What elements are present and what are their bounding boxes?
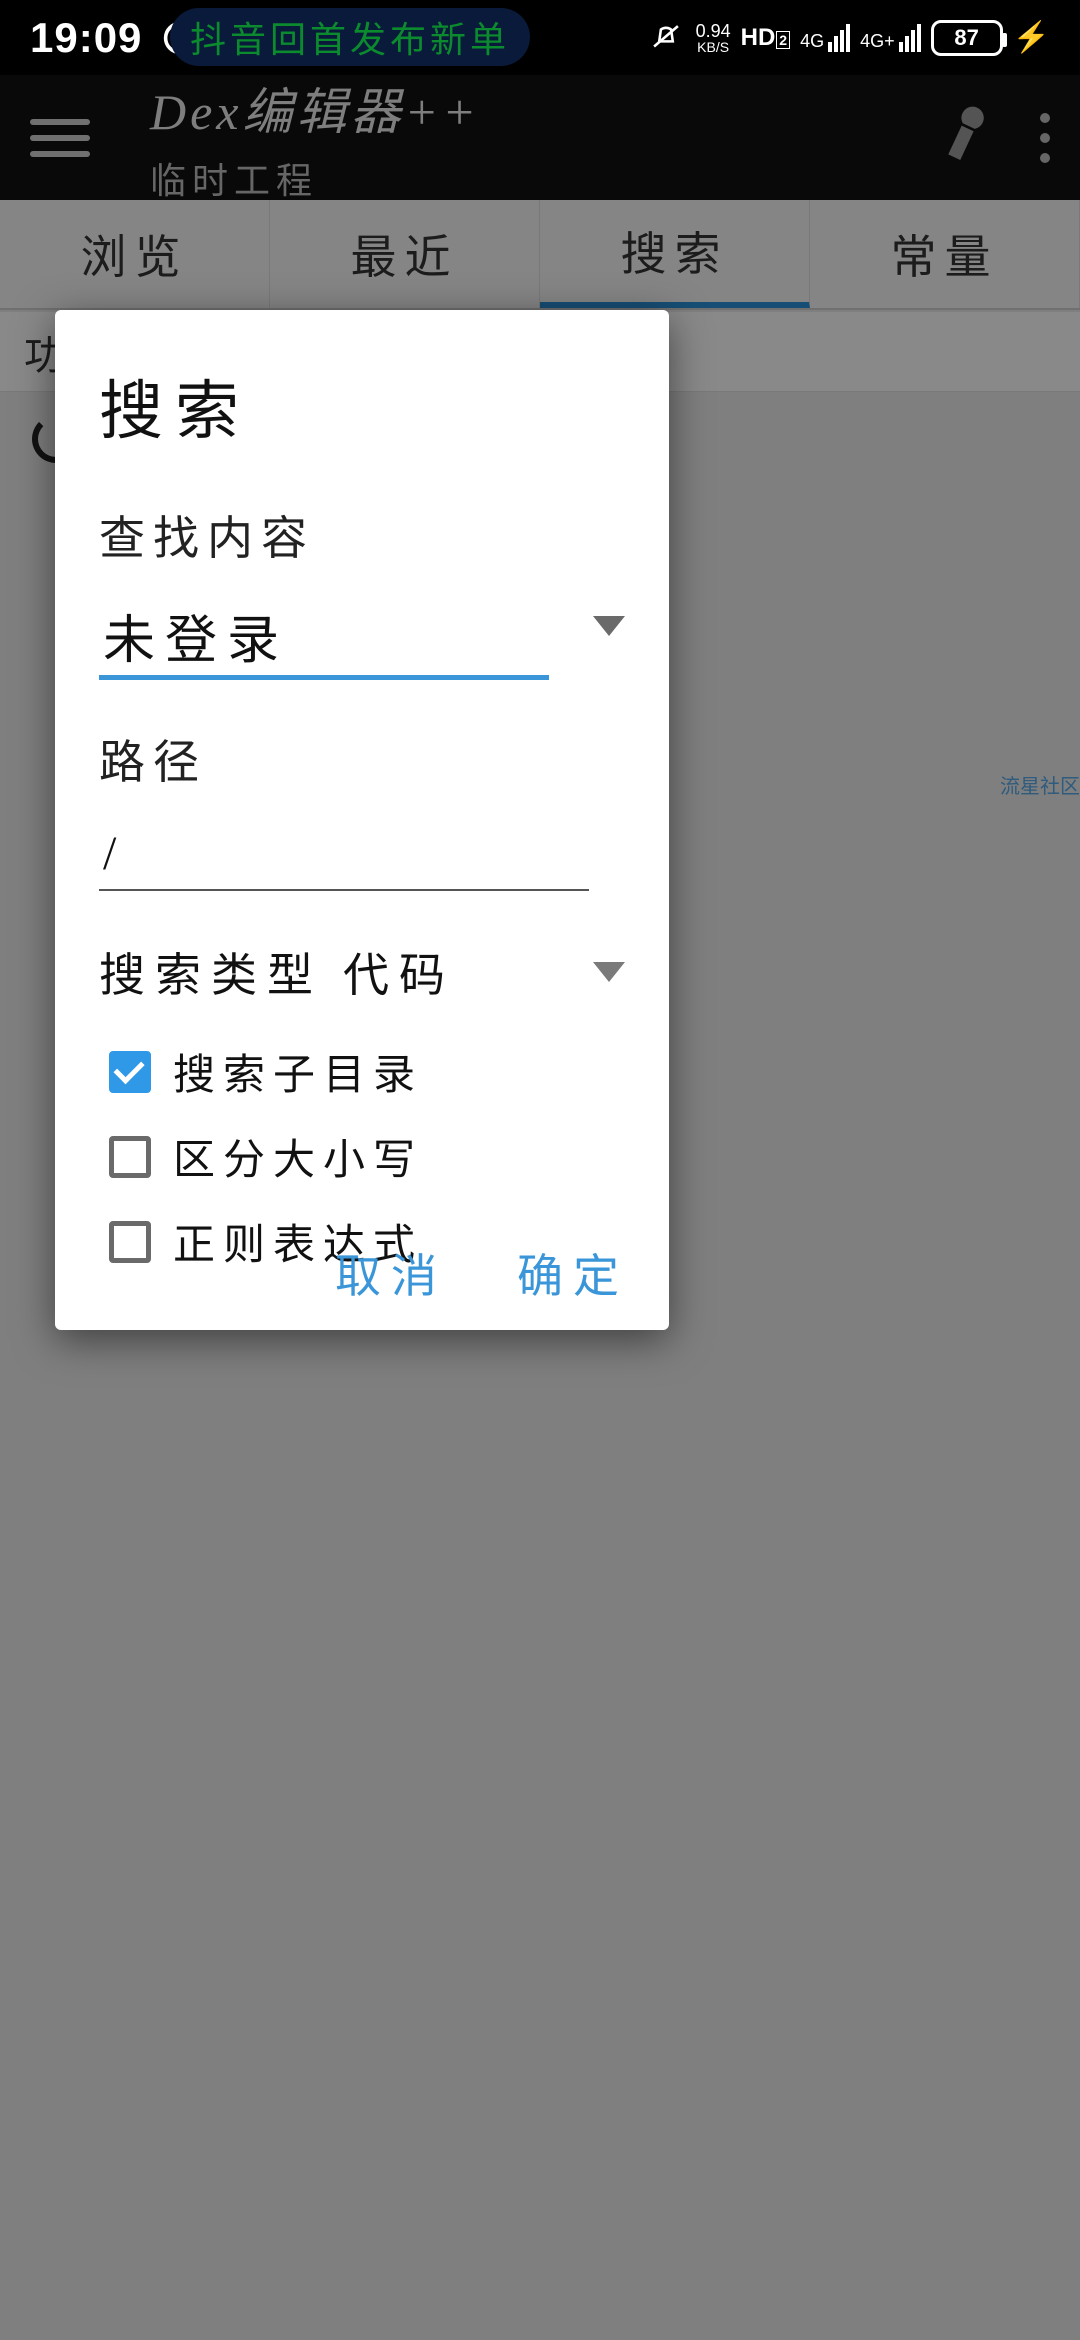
search-type-value: 代码	[343, 939, 593, 1005]
mute-icon	[646, 18, 686, 58]
hd-icon: HD2	[741, 24, 790, 52]
ok-button[interactable]: 确定	[517, 1240, 629, 1306]
signal-2: 4G+	[860, 24, 921, 52]
battery-indicator: 87	[931, 20, 1003, 56]
check-label: 搜索子目录	[173, 1041, 423, 1102]
options-group: 搜索子目录 区分大小写 正则表达式	[99, 1041, 625, 1272]
path-field-row	[99, 812, 625, 891]
path-input[interactable]	[99, 812, 589, 891]
find-field-row	[99, 588, 625, 680]
check-case-sensitive[interactable]: 区分大小写	[109, 1126, 625, 1187]
chevron-down-icon	[593, 616, 625, 636]
status-time: 19:09	[30, 14, 142, 62]
chevron-down-icon	[593, 962, 625, 982]
check-search-subdirs[interactable]: 搜索子目录	[109, 1041, 625, 1102]
search-type-row[interactable]: 搜索类型 代码	[99, 939, 625, 1005]
search-dialog: 搜索 查找内容 路径 搜索类型 代码 搜索子目录 区分大小写	[55, 310, 669, 1330]
checkbox-checked-icon	[109, 1051, 151, 1093]
dialog-actions: 取消 确定	[335, 1240, 629, 1306]
find-label: 查找内容	[99, 502, 625, 568]
dialog-title: 搜索	[99, 360, 625, 452]
checkbox-unchecked-icon	[109, 1136, 151, 1178]
checkbox-unchecked-icon	[109, 1221, 151, 1263]
status-bar: 19:09 抖音回首发布新单 0.94 KB/S HD2 4G	[0, 0, 1080, 75]
find-history-dropdown[interactable]	[593, 616, 625, 636]
cancel-button[interactable]: 取消	[335, 1240, 447, 1306]
net-speed-unit: KB/S	[696, 40, 731, 54]
status-right: 0.94 KB/S HD2 4G 4G+ 87 ⚡	[646, 18, 1050, 58]
notification-banner[interactable]: 抖音回首发布新单	[170, 8, 530, 66]
net-speed-value: 0.94	[696, 22, 731, 40]
path-label: 路径	[99, 726, 625, 792]
find-input[interactable]	[99, 588, 549, 680]
net-speed: 0.94 KB/S	[696, 22, 731, 54]
charging-icon: ⚡	[1013, 20, 1050, 55]
check-label: 区分大小写	[173, 1126, 423, 1187]
search-type-label: 搜索类型	[99, 939, 323, 1005]
signal-1: 4G	[800, 24, 850, 52]
